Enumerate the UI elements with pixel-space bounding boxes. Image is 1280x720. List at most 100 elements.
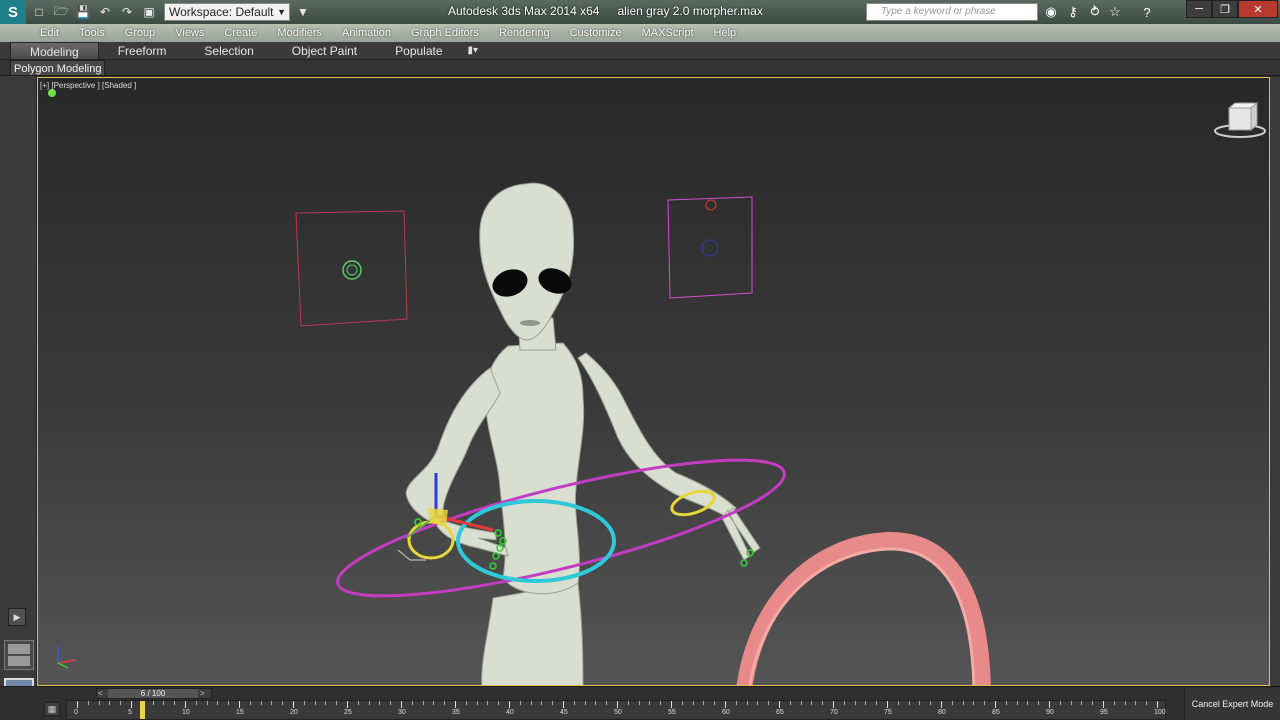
title-bar: S □ 🗁 💾 ↶ ↷ ▣ Workspace: Default ▼ ▼ Aut… xyxy=(0,0,1280,24)
menu-rendering[interactable]: Rendering xyxy=(499,27,550,39)
undo-icon[interactable]: ↶ xyxy=(96,3,114,21)
expand-arrow-icon[interactable]: ▶ xyxy=(8,608,26,626)
timeline-tick xyxy=(822,701,824,705)
timeline-tick xyxy=(325,701,327,705)
timeline-tick xyxy=(1113,701,1115,705)
project-folder-icon[interactable]: ▣ xyxy=(140,3,158,21)
timeline-tick xyxy=(800,701,802,705)
timeline-tick xyxy=(422,701,424,705)
timeline-tick xyxy=(995,701,996,708)
scene-canvas[interactable] xyxy=(38,78,1270,686)
timeline-tick xyxy=(779,701,780,708)
timeline-tick-label: 70 xyxy=(830,709,838,716)
time-slider-value[interactable]: 6 / 100 xyxy=(108,689,198,698)
app-logo-button[interactable]: S xyxy=(0,0,26,24)
quick-access-menu-icon[interactable]: ▼ xyxy=(294,3,312,21)
timeline-tick xyxy=(1081,701,1083,705)
menu-maxscript[interactable]: MAXScript xyxy=(642,27,694,39)
menu-bar: Edit Tools Group Views Create Modifiers … xyxy=(0,24,1280,42)
timeline-tick xyxy=(357,701,359,705)
open-file-icon[interactable]: 🗁 xyxy=(52,3,70,21)
timeline-tick-label: 90 xyxy=(1046,709,1054,716)
timeline-tick-label: 10 xyxy=(182,709,190,716)
exchange-icon[interactable]: ⥁ xyxy=(1086,3,1104,21)
menu-views[interactable]: Views xyxy=(175,27,204,39)
timeline-tick-label: 75 xyxy=(884,709,892,716)
timeline-tick xyxy=(206,701,208,705)
tab-selection[interactable]: Selection xyxy=(185,42,272,60)
timeline-tick xyxy=(87,701,89,705)
menu-edit[interactable]: Edit xyxy=(40,27,59,39)
face-control-handle-left xyxy=(342,260,362,280)
workspace-label: Workspace: Default xyxy=(169,5,274,19)
timeline-tick xyxy=(1103,701,1104,708)
redo-icon[interactable]: ↷ xyxy=(118,3,136,21)
menu-graph-editors[interactable]: Graph Editors xyxy=(411,27,479,39)
minimize-button[interactable]: ─ xyxy=(1186,0,1212,18)
timeline-tick-label: 0 xyxy=(74,709,78,716)
chevron-down-icon: ▼ xyxy=(277,7,286,17)
key-icon[interactable]: ⚷ xyxy=(1064,3,1082,21)
timeline-tick xyxy=(347,701,348,708)
alien-mouth xyxy=(520,320,540,326)
timeline-tick xyxy=(498,701,500,705)
cancel-expert-mode-button[interactable]: Cancel Expert Mode xyxy=(1184,688,1280,720)
mini-curve-editor-icon[interactable]: ▦ xyxy=(44,702,60,716)
search-input[interactable]: Type a keyword or phrase xyxy=(866,3,1038,21)
current-frame-marker[interactable] xyxy=(139,701,145,719)
tab-populate[interactable]: Populate xyxy=(376,42,461,60)
timeline-tick xyxy=(541,701,543,705)
maximize-button[interactable]: ❐ xyxy=(1212,0,1238,18)
timeline-tick xyxy=(563,701,564,708)
menu-modifiers[interactable]: Modifiers xyxy=(277,27,322,39)
alien-model xyxy=(405,182,761,685)
tab-freeform[interactable]: Freeform xyxy=(99,42,186,60)
timeline-tick xyxy=(1092,701,1094,705)
new-file-icon[interactable]: □ xyxy=(30,3,48,21)
close-button[interactable]: ✕ xyxy=(1238,0,1278,18)
viewport-layout-button[interactable] xyxy=(4,640,34,670)
polygon-modeling-panel[interactable]: Polygon Modeling xyxy=(10,60,106,76)
timeline-tick xyxy=(77,701,78,708)
timeline-tick xyxy=(681,701,683,705)
ribbon-options-icon[interactable]: ▮▾ xyxy=(468,45,479,56)
timeline-tick xyxy=(433,701,435,705)
workspace-dropdown[interactable]: Workspace: Default ▼ xyxy=(164,3,290,21)
timeline-tick xyxy=(174,701,176,705)
timeline-tick xyxy=(746,701,748,705)
timeline-tick xyxy=(379,701,381,705)
left-toolbar: ▶ xyxy=(0,76,37,708)
viewport-label-menu[interactable]: [+] [Perspective ] [Shaded ] xyxy=(40,81,136,90)
favorites-star-icon[interactable]: ☆ xyxy=(1106,3,1124,21)
timeline-tick xyxy=(368,701,370,705)
menu-animation[interactable]: Animation xyxy=(342,27,391,39)
menu-create[interactable]: Create xyxy=(224,27,257,39)
save-file-icon[interactable]: 💾 xyxy=(74,3,92,21)
timeline-tick xyxy=(865,701,867,705)
viewcube-icon xyxy=(1214,101,1266,138)
perspective-viewport[interactable]: [+] [Perspective ] [Shaded ] xyxy=(37,77,1270,686)
timeline-tick xyxy=(98,701,100,705)
menu-tools[interactable]: Tools xyxy=(79,27,105,39)
help-icon[interactable]: ? xyxy=(1138,3,1156,21)
timeline-ruler[interactable]: 0 5 10 15 20 25 30 35 40 45 50 55 60 65 70 75 80 85 90 95 10… xyxy=(66,700,1166,720)
timeline-tick xyxy=(390,701,392,705)
timeline-tick xyxy=(735,701,737,705)
time-slider-next-button[interactable]: > xyxy=(200,688,210,699)
binoculars-icon[interactable]: ◉ xyxy=(1042,3,1060,21)
menu-group[interactable]: Group xyxy=(125,27,156,39)
timeline-tick xyxy=(876,701,878,705)
time-slider-prev-button[interactable]: < xyxy=(98,688,108,699)
menu-help[interactable]: Help xyxy=(714,27,737,39)
timeline-tick xyxy=(444,701,446,705)
timeline-tick xyxy=(185,701,186,708)
timeline-tick xyxy=(725,701,726,708)
timeline-tick xyxy=(692,701,694,705)
viewport-active-indicator xyxy=(48,89,56,97)
tab-object-paint[interactable]: Object Paint xyxy=(273,42,376,60)
timeline-tick xyxy=(584,701,586,705)
menu-customize[interactable]: Customize xyxy=(570,27,622,39)
tab-modeling[interactable]: Modeling xyxy=(10,41,99,60)
timeline-tick xyxy=(833,701,834,708)
timeline-tick xyxy=(606,701,608,705)
